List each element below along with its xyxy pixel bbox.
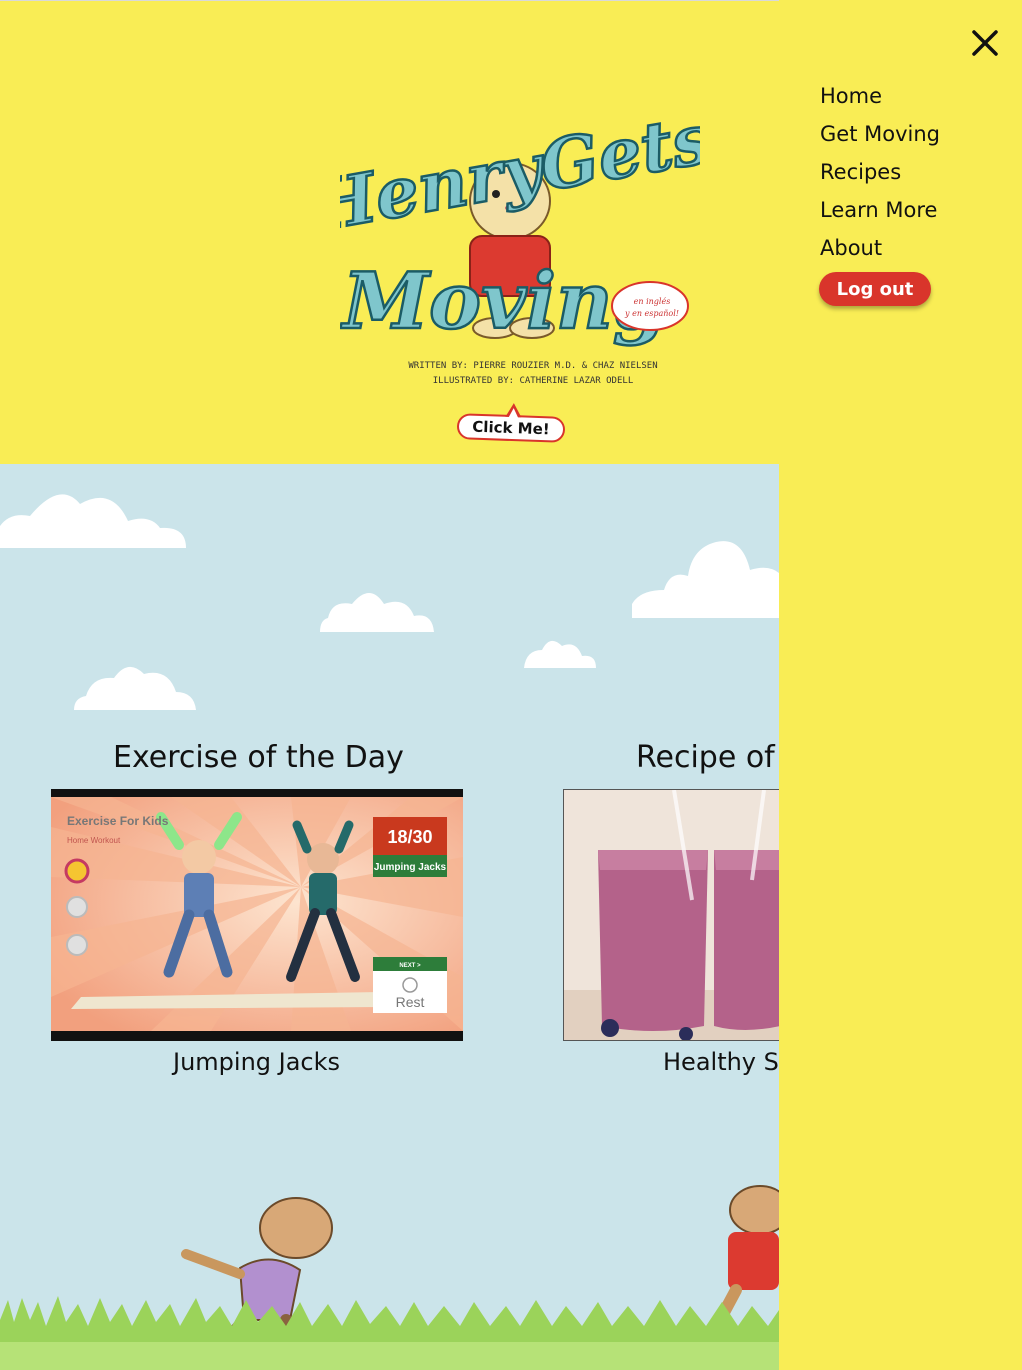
exercise-video-thumbnail[interactable]: Exercise For Kids Home Workout 18/30 Jum… — [51, 789, 463, 1041]
cloud-icon — [0, 494, 186, 548]
logo-credit-illustrated: ILLUSTRATED BY: CATHERINE LAZAR ODELL — [433, 376, 633, 386]
recipe-caption[interactable]: Healthy S — [663, 1048, 779, 1076]
video-subtitle: Home Workout — [67, 836, 121, 845]
recipe-section-title: Recipe of — [636, 740, 775, 775]
next-label: NEXT > — [399, 963, 421, 969]
exercise-counter: 18/30 — [387, 827, 432, 847]
cloud-icon — [632, 541, 779, 618]
nav-item-get-moving[interactable]: Get Moving — [820, 122, 940, 146]
nav-item-recipes[interactable]: Recipes — [820, 160, 901, 184]
nav-item-about[interactable]: About — [820, 236, 882, 260]
logo-bubble-line1: en inglés — [634, 297, 671, 306]
henry-gets-moving-logo[interactable]: HenryGets Moving en inglés y en español!… — [340, 96, 700, 396]
close-icon[interactable] — [968, 26, 1002, 60]
logout-button[interactable]: Log out — [819, 272, 931, 306]
main-content: Exercise of the Day Exercise For Kids Ho… — [0, 464, 779, 1370]
recipe-image[interactable] — [563, 789, 779, 1041]
cloud-icon — [74, 666, 196, 710]
cloud-icon — [524, 640, 596, 668]
nav-item-home[interactable]: Home — [820, 84, 882, 108]
exercise-caption[interactable]: Jumping Jacks — [173, 1048, 340, 1076]
exercise-section-title: Exercise of the Day — [113, 740, 404, 775]
rest-label: Rest — [396, 994, 425, 1010]
video-title: Exercise For Kids — [67, 814, 169, 828]
grass-illustration — [0, 1185, 779, 1370]
cloud-icon — [320, 593, 434, 632]
logo-credit-written: WRITTEN BY: PIERRE ROUZIER M.D. & CHAZ N… — [408, 361, 657, 371]
exercise-label: Jumping Jacks — [374, 862, 447, 873]
nav-item-learn-more[interactable]: Learn More — [820, 198, 937, 222]
logo-bubble-line2: y en español! — [624, 309, 679, 318]
click-me-button[interactable]: Click Me! — [456, 413, 566, 443]
